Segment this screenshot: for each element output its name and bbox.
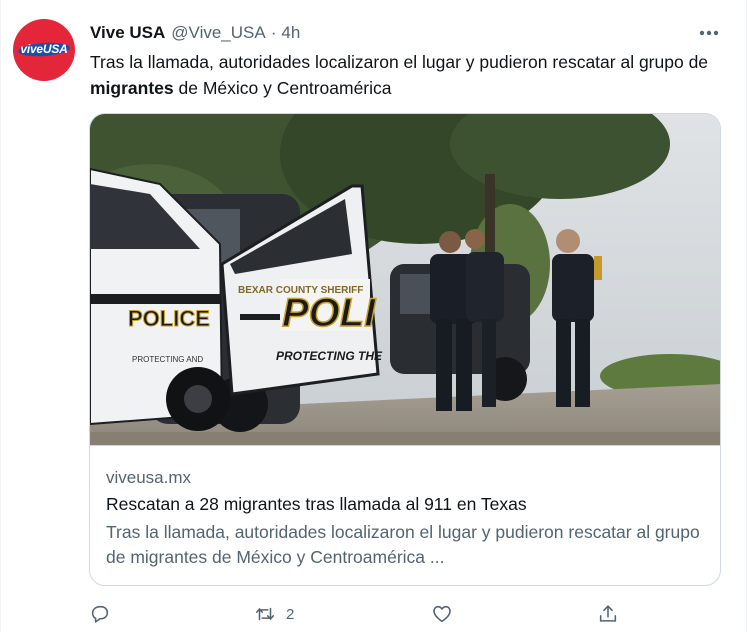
card-meta[interactable]: viveusa.mx Rescatan a 28 migrantes tras … (90, 445, 720, 585)
reply-icon (91, 605, 109, 623)
door-bottom-text: PROTECTING THE (276, 349, 383, 363)
more-icon (699, 30, 719, 36)
tweet-text: Tras la llamada, autoridades localizaron… (90, 49, 730, 101)
retweet-icon (255, 607, 275, 621)
card-title: Rescatan a 28 migrantes tras llamada al … (106, 494, 527, 514)
card-domain: viveusa.mx (106, 468, 192, 487)
tweet-header: Vive USA @Vive_USA · 4h (90, 22, 300, 44)
avatar[interactable]: viveUSA (13, 19, 75, 81)
card-description: Tras la llamada, autoridades localizaron… (106, 522, 700, 567)
tweet-text-hashtag-bold: migrantes (90, 78, 174, 98)
reply-button[interactable] (89, 600, 111, 628)
user-handle[interactable]: @Vive_USA (171, 23, 265, 43)
police-scene-image: BEXAR COUNTY SHERIFF POLI PROTECTING THE… (90, 114, 720, 445)
avatar-logo: viveUSA (16, 39, 72, 59)
tweet[interactable]: viveUSA Vive USA @Vive_USA · 4h Tras la … (0, 0, 747, 632)
retweet-count: 2 (286, 605, 295, 623)
timestamp[interactable]: 4h (281, 23, 300, 43)
like-button[interactable] (431, 600, 453, 628)
heart-icon (433, 605, 451, 623)
car-police-text: POLICE (128, 306, 210, 331)
link-card[interactable]: BEXAR COUNTY SHERIFF POLI PROTECTING THE… (89, 113, 721, 586)
door-big-text: POLI (282, 291, 376, 335)
tweet-text-start: Tras la llamada, autoridades localizaron… (90, 52, 709, 72)
card-image[interactable]: BEXAR COUNTY SHERIFF POLI PROTECTING THE… (90, 114, 720, 445)
avatar-logo-text: viveUSA (20, 42, 68, 56)
more-options-button[interactable] (695, 22, 723, 44)
share-icon (599, 605, 617, 622)
separator-dot: · (270, 23, 277, 42)
tweet-text-end: de México y Centroamérica (173, 78, 392, 98)
tweet-actions: 2 (89, 600, 729, 628)
display-name[interactable]: Vive USA (90, 23, 165, 43)
car-small-text: PROTECTING AND (132, 355, 203, 364)
share-button[interactable] (597, 600, 619, 628)
retweet-button[interactable]: 2 (254, 600, 294, 628)
